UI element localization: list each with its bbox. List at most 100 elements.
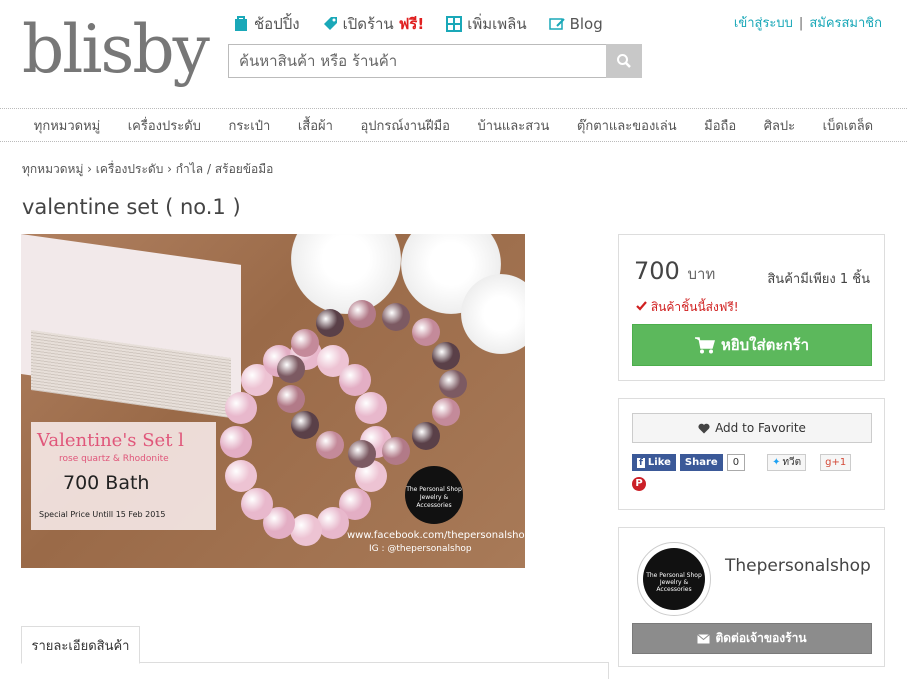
promo-sub: rose quartz & Rhodonite [59, 454, 169, 464]
bead [431, 398, 460, 427]
category-bar: ทุกหมวดหมู่ เครื่องประดับ กระเป๋า เสื้อผ… [0, 108, 907, 142]
facebook-share-button[interactable]: Share [679, 454, 723, 471]
nav-enjoy[interactable]: เพิ่มเพลิน [446, 12, 527, 36]
category-art[interactable]: ศิลปะ [764, 115, 795, 136]
bead [354, 392, 387, 425]
price-unit: บาท [687, 265, 716, 283]
category-bags[interactable]: กระเป๋า [228, 115, 270, 136]
search-button[interactable] [606, 44, 642, 78]
breadcrumb[interactable]: ทุกหมวดหมู่ › เครื่องประดับ › กำไล / สร้… [22, 160, 273, 179]
shop-panel: The Personal Shop Jewelry & Accessories T… [618, 527, 885, 667]
share-label: Share [684, 457, 718, 468]
blisby-logo[interactable]: blisby [22, 14, 210, 86]
bead [348, 300, 377, 329]
bead [316, 507, 349, 540]
pinterest-icon[interactable]: P [632, 477, 646, 491]
twitter-icon: ✦ [772, 457, 781, 468]
badge-line2: Jewelry & Accessories [416, 494, 452, 509]
top-nav: ช้อปปิ้ง เปิดร้าน ฟรี! เพิ่มเพลิน Blog [233, 12, 603, 36]
bead [220, 426, 252, 458]
bead [290, 411, 319, 440]
product-image[interactable]: Valentine's Set l rose quartz & Rhodonit… [21, 234, 525, 568]
add-to-cart-button[interactable]: หยิบใส่ตะกร้า [632, 324, 872, 366]
share-count: 0 [726, 454, 746, 471]
bead [348, 439, 377, 468]
category-jewelry[interactable]: เครื่องประดับ [128, 115, 201, 136]
nav-blog[interactable]: Blog [548, 12, 603, 36]
login-link[interactable]: เข้าสู่ระบบ [734, 16, 793, 31]
nav-open-shop-label: เปิดร้าน [342, 15, 394, 33]
flower-decoration [461, 274, 525, 354]
category-crafts[interactable]: อุปกรณ์งานฝีมือ [360, 115, 450, 136]
bead [411, 422, 440, 451]
gplus-label: +1 [831, 457, 847, 468]
category-mobile[interactable]: มือถือ [704, 115, 736, 136]
facebook-icon: f [637, 457, 645, 468]
category-all[interactable]: ทุกหมวดหมู่ [34, 115, 100, 136]
category-misc[interactable]: เบ็ดเตล็ด [823, 115, 873, 136]
nav-shopping[interactable]: ช้อปปิ้ง [233, 12, 300, 36]
facebook-credit: www.facebook.com/thepersonalshop [347, 530, 525, 541]
search-icon [617, 54, 631, 68]
flower-decoration [291, 234, 401, 314]
like-label: Like [647, 457, 671, 468]
shop-logo-inner: The Personal Shop Jewelry & Accessories [643, 548, 705, 610]
search-input[interactable] [228, 44, 606, 78]
promo-card: Valentine's Set l rose quartz & Rhodonit… [31, 422, 216, 530]
category-toys[interactable]: ตุ๊กตาและของเล่น [577, 115, 677, 136]
tab-divider-right [608, 662, 609, 679]
category-clothes[interactable]: เสื้อผ้า [298, 115, 333, 136]
badge-line1: The Personal Shop [406, 486, 462, 493]
bead [439, 370, 467, 398]
bead [411, 317, 440, 346]
bead [431, 341, 460, 370]
gplus-button[interactable]: g+1 [820, 454, 852, 471]
bead [290, 328, 319, 357]
category-home-garden[interactable]: บ้านและสวน [477, 115, 549, 136]
promo-special: Special Price Untill 15 Feb 2015 [39, 510, 166, 519]
product-title: valentine set ( no.1 ) [22, 195, 241, 219]
nav-enjoy-label: เพิ่มเพลิน [467, 15, 527, 33]
nav-blog-label: Blog [569, 15, 603, 33]
auth-separator: | [798, 16, 804, 31]
grid-icon [446, 16, 463, 32]
bead [382, 303, 411, 332]
free-shipping-label: สินค้าชิ้นนี้ส่งฟรี! [650, 300, 739, 314]
social-buttons: f Like Share 0 ✦ ทวีต g+1 [632, 454, 852, 471]
heart-icon [698, 423, 710, 433]
bead [382, 436, 411, 465]
bead [290, 514, 322, 546]
bead [225, 392, 258, 425]
free-badge: ฟรี! [398, 15, 425, 33]
bead [339, 363, 372, 396]
bead [276, 355, 305, 384]
bead [276, 384, 305, 413]
shop-name[interactable]: Thepersonalshop [725, 556, 871, 576]
tab-product-details[interactable]: รายละเอียดสินค้า [21, 626, 140, 664]
contact-owner-button[interactable]: ติดต่อเจ้าของร้าน [632, 623, 872, 654]
search-bar [228, 44, 642, 78]
favorite-label: Add to Favorite [715, 421, 806, 435]
bead [316, 430, 344, 459]
free-shipping: สินค้าชิ้นนี้ส่งฟรี! [636, 298, 739, 317]
social-panel: Add to Favorite f Like Share 0 ✦ ทวีต g+1 … [618, 398, 885, 510]
bead [240, 488, 273, 521]
contact-owner-label: ติดต่อเจ้าของร้าน [715, 631, 807, 645]
nav-open-shop[interactable]: เปิดร้าน ฟรี! [322, 12, 425, 36]
add-to-favorite-button[interactable]: Add to Favorite [632, 413, 872, 443]
promo-price: 700 Bath [63, 472, 150, 494]
bead [316, 309, 344, 338]
auth-links: เข้าสู่ระบบ | สมัครสมาชิก [734, 12, 882, 33]
shopping-bag-icon [235, 16, 247, 31]
register-link[interactable]: สมัครสมาชิก [809, 16, 882, 31]
shop-logo-line2: Jewelry & Accessories [656, 579, 692, 593]
facebook-like-button[interactable]: f Like [632, 454, 676, 471]
blog-icon [548, 18, 565, 30]
envelope-icon [697, 633, 711, 643]
tag-icon [323, 17, 337, 30]
tweet-button[interactable]: ✦ ทวีต [767, 454, 807, 471]
ig-credit: IG : @thepersonalshop [369, 544, 472, 554]
add-to-cart-label: หยิบใส่ตะกร้า [720, 336, 810, 354]
cart-icon [694, 336, 715, 353]
shop-avatar[interactable]: The Personal Shop Jewelry & Accessories [637, 542, 711, 616]
